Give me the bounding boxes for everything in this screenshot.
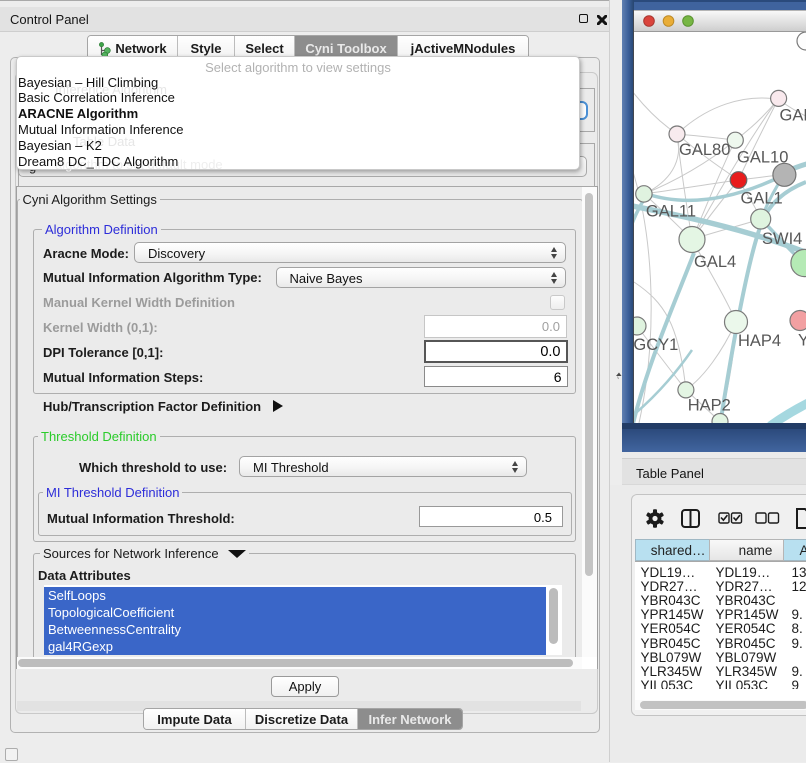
svg-text:GCY1: GCY1: [634, 336, 678, 354]
svg-text:SWI4: SWI4: [762, 230, 802, 248]
svg-text:GAL4: GAL4: [694, 253, 736, 271]
svg-text:GAL11: GAL11: [646, 203, 696, 221]
svg-text:HAP4: HAP4: [738, 332, 781, 350]
svg-text:GAL10: GAL10: [737, 148, 788, 166]
svg-text:GAL80: GAL80: [679, 141, 730, 159]
svg-text:HAP2: HAP2: [688, 396, 731, 414]
svg-text:GAL1: GAL1: [741, 190, 783, 208]
svg-text:Y: Y: [798, 331, 806, 349]
svg-text:GAL2: GAL2: [780, 107, 806, 125]
